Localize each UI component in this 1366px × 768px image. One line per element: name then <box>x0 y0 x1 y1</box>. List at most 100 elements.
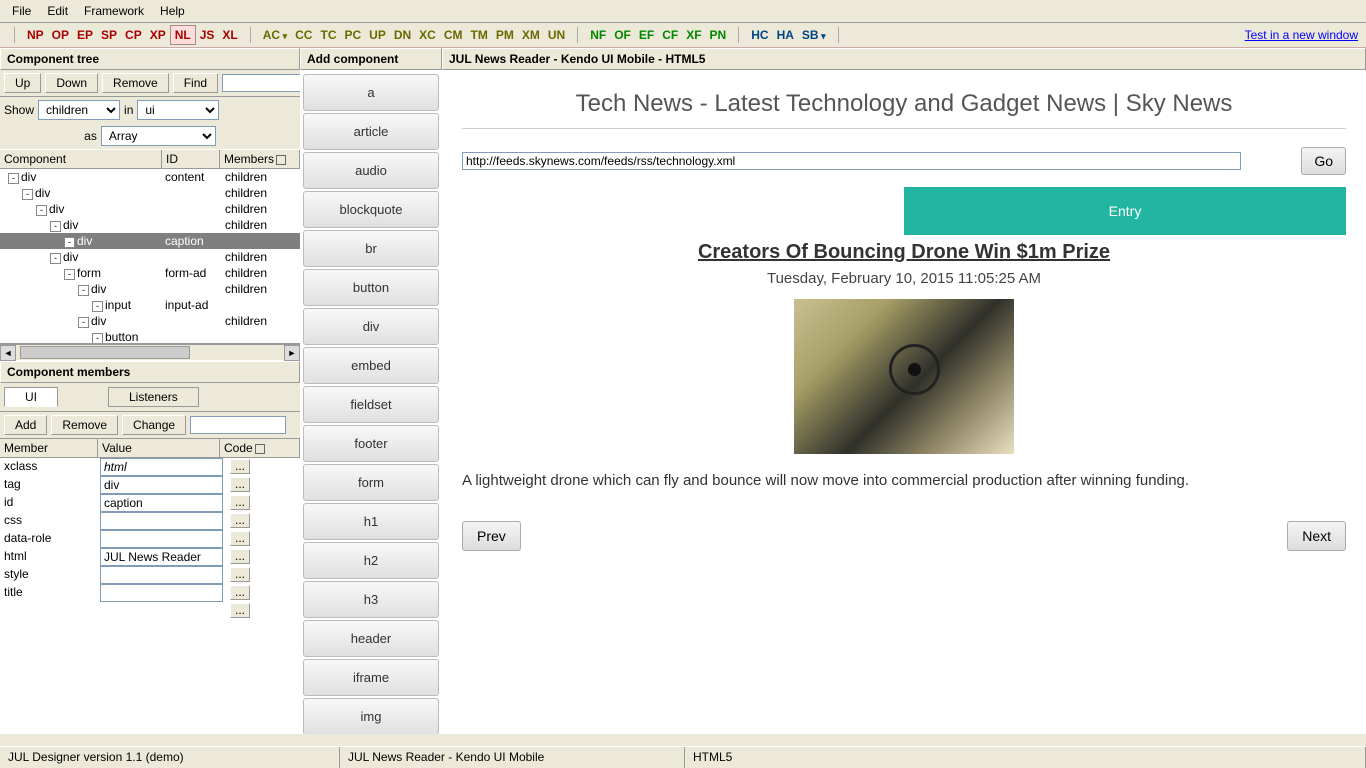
col-member[interactable]: Member <box>0 439 98 457</box>
code-button[interactable]: ... <box>230 477 250 492</box>
add-item-iframe[interactable]: iframe <box>303 659 439 696</box>
tree-row[interactable]: -formform-adchildren <box>0 265 300 281</box>
add-item-h3[interactable]: h3 <box>303 581 439 618</box>
test-new-window-link[interactable]: Test in a new window <box>1245 28 1358 42</box>
toolbar-of[interactable]: OF <box>610 26 635 44</box>
tree-row[interactable]: -divcaption <box>0 233 300 249</box>
member-value-input[interactable] <box>100 476 223 494</box>
toolbar-cp[interactable]: CP <box>121 26 146 44</box>
member-value-input[interactable] <box>100 584 223 602</box>
code-button[interactable]: ... <box>230 495 250 510</box>
toolbar-sp[interactable]: SP <box>97 26 121 44</box>
member-search-input[interactable] <box>190 416 286 434</box>
toggle-icon[interactable]: - <box>22 189 33 200</box>
toolbar-tm[interactable]: TM <box>467 26 492 44</box>
tree-row[interactable]: -divchildren <box>0 217 300 233</box>
toolbar-cf[interactable]: CF <box>658 26 682 44</box>
toolbar-cc[interactable]: CC <box>291 26 316 44</box>
prev-button[interactable]: Prev <box>462 521 521 551</box>
toolbar-ep[interactable]: EP <box>73 26 97 44</box>
toolbar-pc[interactable]: PC <box>340 26 365 44</box>
toolbar-xp[interactable]: XP <box>146 26 170 44</box>
add-item-fieldset[interactable]: fieldset <box>303 386 439 423</box>
next-button[interactable]: Next <box>1287 521 1346 551</box>
toggle-icon[interactable]: - <box>92 301 103 312</box>
toolbar-un[interactable]: UN <box>544 26 569 44</box>
toggle-icon[interactable]: - <box>50 221 61 232</box>
add-item-h1[interactable]: h1 <box>303 503 439 540</box>
scroll-right-icon[interactable]: ► <box>284 345 300 361</box>
tree-row[interactable]: -divchildren <box>0 201 300 217</box>
find-input[interactable] <box>222 74 302 92</box>
toolbar-nf[interactable]: NF <box>586 26 610 44</box>
add-item-div[interactable]: div <box>303 308 439 345</box>
tab-listeners[interactable]: Listeners <box>108 387 199 407</box>
code-button[interactable]: ... <box>230 459 250 474</box>
tree-row[interactable]: -divchildren <box>0 313 300 329</box>
col-value[interactable]: Value <box>98 439 220 457</box>
tree-row[interactable]: -divchildren <box>0 249 300 265</box>
column-menu-icon[interactable] <box>276 155 286 165</box>
toggle-icon[interactable]: - <box>64 269 75 280</box>
col-component[interactable]: Component <box>0 150 162 168</box>
feed-url-input[interactable] <box>462 152 1241 170</box>
member-value-input[interactable] <box>100 530 223 548</box>
toggle-icon[interactable]: - <box>8 173 19 184</box>
member-value-input[interactable] <box>100 512 223 530</box>
up-button[interactable]: Up <box>4 73 41 93</box>
add-item-article[interactable]: article <box>303 113 439 150</box>
toggle-icon[interactable]: - <box>78 285 89 296</box>
add-item-img[interactable]: img <box>303 698 439 734</box>
toolbar-pm[interactable]: PM <box>492 26 518 44</box>
tree-row[interactable]: -button <box>0 329 300 344</box>
add-member-button[interactable]: Add <box>4 415 47 435</box>
scroll-left-icon[interactable]: ◄ <box>0 345 16 361</box>
tree-hscroll[interactable]: ◄ ► <box>0 344 300 360</box>
toolbar-dn[interactable]: DN <box>390 26 415 44</box>
toggle-icon[interactable]: - <box>50 253 61 264</box>
toolbar-ac[interactable]: AC <box>259 26 291 44</box>
add-item-form[interactable]: form <box>303 464 439 501</box>
code-button[interactable]: ... <box>230 531 250 546</box>
toolbar-ha[interactable]: HA <box>773 26 798 44</box>
tree-row[interactable]: -divcontentchildren <box>0 169 300 185</box>
toolbar-sb[interactable]: SB <box>798 26 830 44</box>
toolbar-xm[interactable]: XM <box>518 26 544 44</box>
toolbar-js[interactable]: JS <box>196 26 219 44</box>
toolbar-ef[interactable]: EF <box>635 26 658 44</box>
tab-articles[interactable]: Articles <box>462 187 904 235</box>
down-button[interactable]: Down <box>45 73 98 93</box>
toolbar-xf[interactable]: XF <box>682 26 705 44</box>
add-item-header[interactable]: header <box>303 620 439 657</box>
menu-framework[interactable]: Framework <box>78 2 150 20</box>
toggle-icon[interactable]: - <box>64 237 75 248</box>
menu-edit[interactable]: Edit <box>41 2 74 20</box>
add-item-h2[interactable]: h2 <box>303 542 439 579</box>
add-item-br[interactable]: br <box>303 230 439 267</box>
tree-row[interactable]: -inputinput-ad <box>0 297 300 313</box>
code-button[interactable]: ... <box>230 603 250 618</box>
toolbar-xc[interactable]: XC <box>415 26 440 44</box>
go-button[interactable]: Go <box>1301 147 1346 175</box>
toggle-icon[interactable]: - <box>78 317 89 328</box>
add-item-blockquote[interactable]: blockquote <box>303 191 439 228</box>
code-button[interactable]: ... <box>230 585 250 600</box>
col-members[interactable]: Members <box>220 150 300 168</box>
member-value-input[interactable] <box>100 458 223 476</box>
code-button[interactable]: ... <box>230 549 250 564</box>
toolbar-cm[interactable]: CM <box>440 26 467 44</box>
code-button[interactable]: ... <box>230 513 250 528</box>
member-body[interactable]: xclass...tag...id...css...data-role...ht… <box>0 458 300 734</box>
add-item-footer[interactable]: footer <box>303 425 439 462</box>
add-item-embed[interactable]: embed <box>303 347 439 384</box>
toolbar-nl[interactable]: NL <box>170 25 196 45</box>
member-value-input[interactable] <box>100 494 223 512</box>
col-id[interactable]: ID <box>162 150 220 168</box>
toggle-icon[interactable]: - <box>92 333 103 344</box>
toggle-icon[interactable]: - <box>36 205 47 216</box>
find-button[interactable]: Find <box>173 73 218 93</box>
article-headline[interactable]: Creators Of Bouncing Drone Win $1m Prize <box>462 241 1346 264</box>
code-button[interactable]: ... <box>230 567 250 582</box>
remove-button[interactable]: Remove <box>102 73 169 93</box>
add-component-list[interactable]: aarticleaudioblockquotebrbuttondivembedf… <box>300 70 442 734</box>
